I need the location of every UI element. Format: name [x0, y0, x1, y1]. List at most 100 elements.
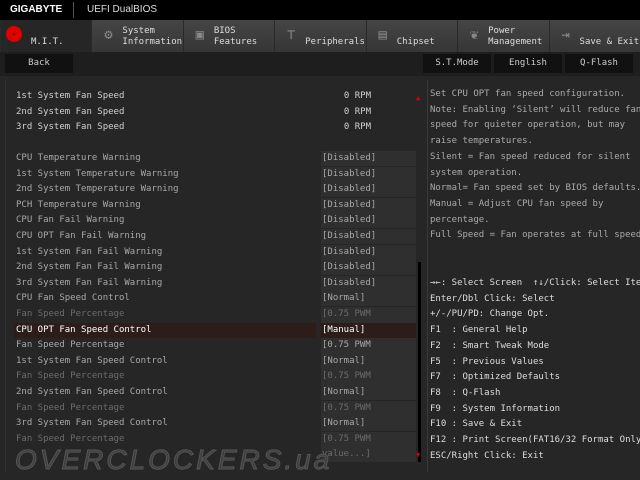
setting-label: 3rd System Fan Fail Warning [16, 277, 163, 288]
setting-row[interactable]: CPU OPT Fan Fail Warning [Disabled] [16, 229, 416, 244]
setting-label: CPU OPT Fan Fail Warning [16, 231, 147, 241]
tab-system-information[interactable]: ⚙ System Information [91, 20, 183, 52]
setting-value[interactable]: [Disabled] [321, 275, 416, 291]
settings-panel: 1st System Fan Speed 0 RPM 2nd System Fan … [5, 80, 416, 472]
tab-peripherals[interactable]: ⊤ Peripherals [274, 20, 366, 52]
fan-speed-readout: 1st System Fan Speed 0 RPM [16, 89, 416, 104]
key-legend: →←: Select Screen ↑↓/Click: Select Item … [430, 278, 640, 461]
tab-bios-features[interactable]: ▣ BIOS Features [182, 20, 275, 52]
tab-m-i-t[interactable]: M.I.T. [0, 20, 92, 52]
setting-value[interactable]: [Disabled] [321, 244, 416, 260]
setting-label: CPU Temperature Warning [16, 153, 141, 163]
setting-value[interactable]: [Normal] [321, 385, 416, 400]
peripherals-icon: ⊤ [287, 27, 296, 43]
fan-speed-readout: 2nd System Fan Speed 0 RPM [16, 105, 416, 120]
setting-value[interactable]: [Normal] [321, 353, 416, 369]
bios-chip-icon: ▣ [195, 27, 205, 43]
power-leaf-icon: ❦ [469, 27, 479, 43]
setting-row: Fan Speed Percentage[0.75 PWM value...] [16, 369, 416, 400]
setting-label: 2nd System Temperature Warning [16, 184, 179, 195]
setting-label: 1st System Fan Speed Control [16, 355, 168, 366]
scroll-down-icon[interactable]: ▼ [416, 451, 420, 459]
setting-row[interactable]: 1st System Temperature Warning [Disabled] [16, 166, 416, 182]
help-text: Set CPU OPT fan speed configuration. Not… [430, 89, 640, 241]
divider [73, 2, 74, 18]
setting-label: 2nd System Fan Speed Control [16, 387, 168, 397]
setting-label: 1st System Fan Fail Warning [16, 246, 163, 257]
main-tabs: M.I.T. ⚙ System Information ▣ BIOS Features ⊤… [0, 20, 640, 52]
setting-row[interactable]: 3rd System Fan Speed Control [Normal] [16, 416, 416, 432]
tab-label: BIOS Features [213, 26, 258, 47]
setting-row[interactable]: 3rd System Fan Fail Warning [Disabled] [16, 275, 416, 291]
tab-label: M.I.T. [31, 37, 64, 47]
setting-label: 3rd System Fan Speed Control [16, 418, 168, 429]
mit-red-dot-icon [6, 26, 22, 42]
setting-label: 2nd System Fan Fail Warning [16, 262, 163, 273]
setting-value: [0.75 PWM value...] [321, 431, 416, 462]
fan-rpm: 0 RPM [343, 106, 371, 117]
gear-icon: ⚙ [104, 27, 113, 43]
back-button[interactable]: Back [5, 54, 73, 73]
setting-row[interactable]: CPU Temperature Warning [Disabled] [16, 151, 416, 166]
setting-value[interactable]: [Disabled] [321, 213, 416, 229]
setting-label: Fan Speed Percentage [16, 433, 125, 444]
fan-rpm: 0 RPM [343, 91, 371, 101]
setting-label: CPU OPT Fan Speed Control [16, 324, 152, 335]
qflash-button[interactable]: Q-Flash [565, 54, 633, 73]
setting-label: Fan Speed Percentage [16, 402, 125, 413]
tab-label: Peripherals [305, 37, 365, 47]
app-title: UEFI DualBIOS [87, 4, 158, 15]
setting-row[interactable]: CPU Fan Speed Control [Normal] [16, 291, 416, 307]
fan-speed-readout: 3rd System Fan Speed 0 RPM [16, 120, 416, 135]
tab-save-exit[interactable]: ⇥ Save & Exit [548, 20, 640, 52]
tab-label: Save & Exit [579, 37, 640, 47]
setting-label: 1st System Temperature Warning [16, 168, 179, 179]
fan-name: 1st System Fan Speed [16, 91, 125, 101]
fan-rpm: 0 RPM [343, 122, 371, 133]
tab-power-management[interactable]: ❦ Power Management [457, 20, 549, 52]
exit-icon: ⇥ [561, 27, 570, 43]
tab-chipset[interactable]: ▤ Chipset [365, 20, 458, 52]
setting-value[interactable]: [Disabled] [321, 182, 416, 198]
setting-value[interactable]: [Normal] [321, 291, 416, 307]
gigabyte-logo: GIGABYTE [10, 4, 63, 15]
scroll-up-icon[interactable]: ▲ [416, 94, 420, 102]
setting-value[interactable]: [Disabled] [321, 260, 416, 276]
help-panel: ▲ Set CPU OPT fan speed configuration. N… [416, 80, 640, 472]
setting-row[interactable]: Fan Speed Percentage[0.75 PWM value...] [16, 338, 416, 369]
setting-row[interactable]: 2nd System Temperature Warning [Disabled] [16, 182, 416, 198]
setting-value[interactable]: [Normal] [321, 416, 416, 432]
setting-value[interactable]: [Disabled] [321, 229, 416, 244]
setting-label: PCH Temperature Warning [16, 199, 141, 210]
fan-name: 2nd System Fan Speed [16, 106, 125, 117]
scrollbar[interactable] [418, 262, 421, 462]
setting-label: CPU Fan Fail Warning [16, 215, 125, 226]
setting-row: Fan Speed Percentage[0.75 PWM value...] [16, 400, 416, 431]
title-bar: GIGABYTE UEFI DualBIOS [0, 0, 640, 20]
setting-row: Fan Speed Percentage[0.75 PWM value...] [16, 307, 416, 337]
tab-label: Chipset [396, 37, 435, 47]
setting-row[interactable]: 2nd System Fan Fail Warning [Disabled] [16, 260, 416, 276]
divider [427, 80, 428, 472]
setting-value[interactable]: [Disabled] [321, 151, 416, 166]
setting-row[interactable]: PCH Temperature Warning [Disabled] [16, 197, 416, 213]
language-button[interactable]: English [494, 54, 562, 73]
setting-row[interactable]: CPU Fan Fail Warning [Disabled] [16, 213, 416, 229]
setting-label: Fan Speed Percentage [16, 309, 125, 319]
setting-row[interactable]: CPU OPT Fan Speed Control [Manual] [14, 322, 416, 338]
setting-value[interactable]: [Disabled] [321, 197, 416, 213]
tab-label: Power Management [488, 26, 543, 47]
st-mode-button[interactable]: S.T.Mode [423, 54, 491, 73]
fan-name: 3rd System Fan Speed [16, 122, 125, 133]
setting-label: Fan Speed Percentage [16, 371, 125, 382]
setting-value[interactable]: [Manual] [321, 322, 416, 338]
chipset-icon: ▤ [378, 27, 387, 43]
setting-row[interactable]: 2nd System Fan Speed Control [Normal] [16, 385, 416, 400]
setting-label: Fan Speed Percentage [16, 340, 125, 351]
setting-label: CPU Fan Speed Control [16, 293, 130, 304]
tab-label: System Information [122, 26, 183, 47]
setting-row[interactable]: 1st System Fan Fail Warning [Disabled] [16, 244, 416, 260]
watermark: OVERCLOCKERS.ua [14, 444, 333, 476]
setting-row[interactable]: 1st System Fan Speed Control [Normal] [16, 353, 416, 369]
setting-value[interactable]: [Disabled] [321, 166, 416, 182]
